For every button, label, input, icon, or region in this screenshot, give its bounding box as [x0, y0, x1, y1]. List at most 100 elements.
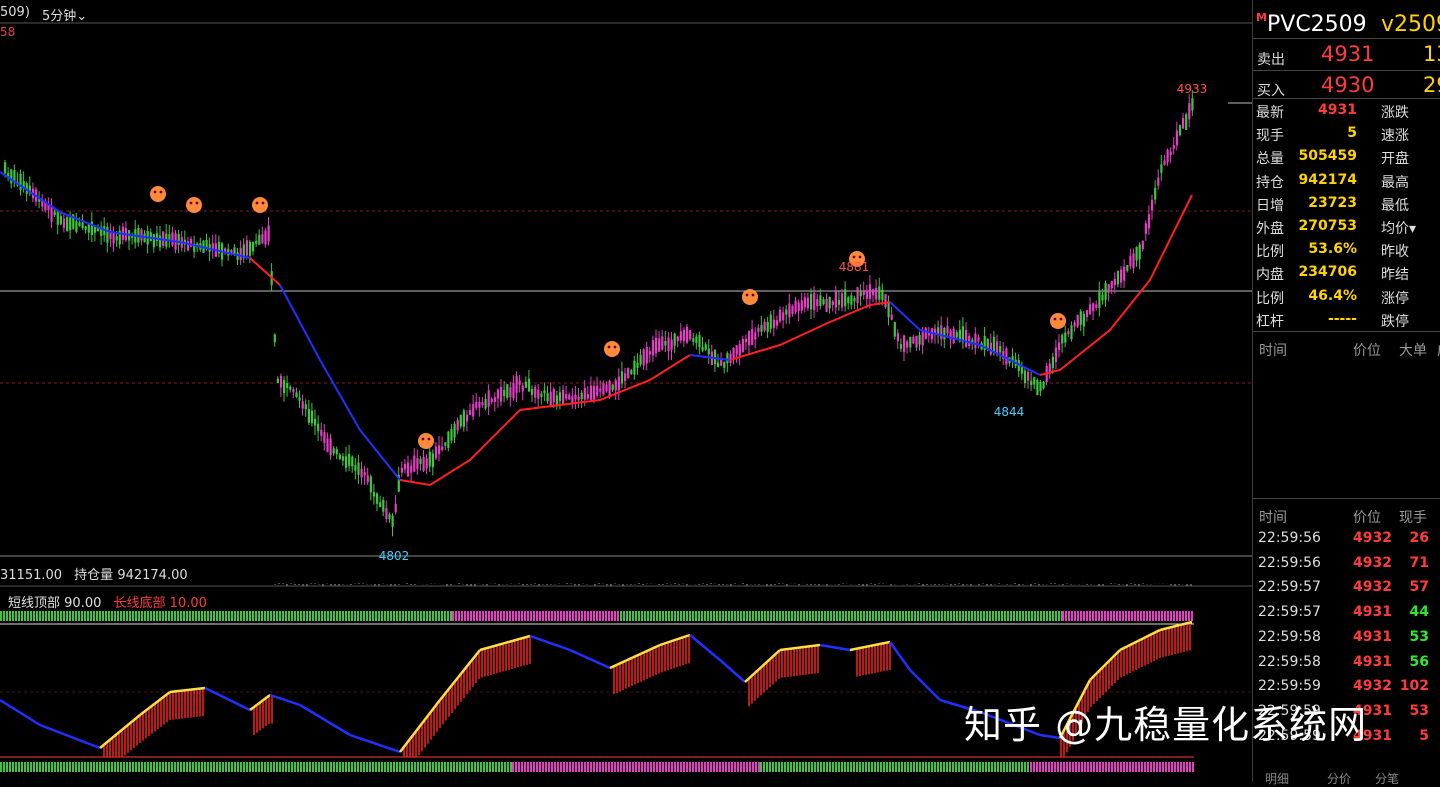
- oscillator-bottom-strip: [734, 762, 736, 772]
- candle-body: [1058, 342, 1061, 350]
- oscillator-top-strip: [99, 611, 101, 621]
- oscillator-bottom-strip: [799, 762, 801, 772]
- candle-body: [630, 370, 633, 374]
- oscillator-top-strip: [336, 611, 338, 621]
- oscillator-bottom-strip: [1183, 762, 1185, 772]
- oscillator-bottom-strip: [324, 762, 326, 772]
- oscillator-top-strip: [710, 611, 712, 621]
- oscillator-bottom-strip: [0, 762, 2, 772]
- tick-row: 22:59:58 4931 53: [1253, 625, 1440, 650]
- oscillator-bottom-strip: [342, 762, 344, 772]
- oscillator-bottom-strip: [889, 762, 891, 772]
- candle-body: [283, 380, 286, 394]
- oscillator-bottom-strip: [1132, 762, 1134, 772]
- oscillator-top-strip: [168, 611, 170, 621]
- candle-body: [686, 326, 689, 343]
- oscillator-top-strip: [554, 611, 556, 621]
- oscillator-bottom-strip: [647, 762, 649, 772]
- candle-body: [1005, 348, 1008, 365]
- oscillator-bottom-strip: [808, 762, 810, 772]
- candle-body: [506, 384, 509, 398]
- candle-body: [664, 340, 667, 346]
- candle-body: [841, 293, 844, 308]
- tab-trade[interactable]: 分笔: [1375, 770, 1399, 787]
- candle-body: [258, 234, 261, 245]
- contract-code: v2509: [1381, 12, 1440, 37]
- oscillator-top-strip: [417, 611, 419, 621]
- oscillator-top-strip: [1028, 611, 1030, 621]
- bid-row: 买入 4930 297: [1253, 71, 1440, 101]
- oscillator-bottom-strip: [1054, 762, 1056, 772]
- period-selector[interactable]: 5分钟⌄: [42, 5, 87, 24]
- oscillator-bottom-strip: [1147, 762, 1149, 772]
- candle-body: [583, 387, 586, 400]
- tab-detail[interactable]: 明细: [1265, 770, 1289, 787]
- oscillator-bottom-strip: [93, 762, 95, 772]
- candle-body: [1144, 223, 1147, 234]
- contract-name[interactable]: PVC2509: [1267, 12, 1367, 37]
- candle-body: [955, 332, 958, 338]
- oscillator-bottom-strip: [210, 762, 212, 772]
- oscillator-top-strip: [599, 611, 601, 621]
- oscillator-top-strip: [584, 611, 586, 621]
- oscillator-top-strip: [423, 611, 425, 621]
- candle-body: [1129, 255, 1132, 267]
- oscillator-bottom-strip: [865, 762, 867, 772]
- candle-body: [834, 291, 837, 308]
- oscillator-top-strip: [752, 611, 754, 621]
- oscillator-line-segment: [0, 698, 41, 727]
- candle-body: [558, 392, 562, 402]
- signal-face-eye: [195, 201, 199, 205]
- kline-chart-canvas[interactable]: 4933 4881 4802 4844: [0, 0, 1252, 782]
- oscillator-bottom-strip: [1096, 762, 1098, 772]
- oscillator-bottom-strip: [90, 762, 92, 772]
- stat-row: 持仓 942174 最高: [1253, 170, 1440, 193]
- oscillator-bottom-strip: [1006, 762, 1008, 772]
- oscillator-bottom-strip: [919, 762, 921, 772]
- oscillator-bottom-strip: [33, 762, 35, 772]
- stat-label-2[interactable]: 均价▾: [1381, 218, 1416, 238]
- stat-value: 46.4%: [1308, 287, 1357, 304]
- oscillator-bottom-strip: [201, 762, 203, 772]
- oscillator-top-strip: [1065, 611, 1067, 621]
- candle-body: [531, 389, 534, 395]
- oscillator-bottom-strip: [877, 762, 879, 772]
- oscillator-top-strip: [803, 611, 805, 621]
- oscillator-bottom-strip: [84, 762, 86, 772]
- candle-body: [493, 397, 496, 402]
- kline-chart-area[interactable]: 4933 4881 4802 4844 509) 5分钟⌄ 58 31151.00 持…: [0, 0, 1252, 782]
- oscillator-bottom-strip: [258, 762, 260, 772]
- oscillator-bottom-strip: [650, 762, 652, 772]
- bid-price: 4930: [1321, 73, 1375, 97]
- tab-price[interactable]: 分价: [1327, 770, 1351, 787]
- oscillator-bottom-strip: [1135, 762, 1137, 772]
- oscillator-bottom-strip: [994, 762, 996, 772]
- oscillator-bottom-strip: [192, 762, 194, 772]
- candle-body: [469, 410, 472, 415]
- oscillator-bottom-strip: [1078, 762, 1080, 772]
- oscillator-top-strip: [755, 611, 757, 621]
- candle-body: [428, 451, 431, 467]
- oscillator-bottom-strip: [1123, 762, 1125, 772]
- oscillator-bottom-strip: [641, 762, 643, 772]
- oscillator-bottom-strip: [495, 762, 497, 772]
- oscillator-top-strip: [788, 611, 790, 621]
- signal-face-icon: [1050, 313, 1066, 329]
- candle-body: [354, 465, 357, 471]
- candle-body: [868, 284, 872, 300]
- oscillator-bottom-strip: [222, 762, 224, 772]
- candle-body: [822, 299, 825, 305]
- oscillator-bottom-strip: [381, 762, 383, 772]
- oscillator-top-strip: [833, 611, 835, 621]
- oscillator-bottom-strip: [1174, 762, 1176, 772]
- oscillator-top-strip: [141, 611, 143, 621]
- oscillator-top-strip: [824, 611, 826, 621]
- oscillator-bottom-strip: [129, 762, 131, 772]
- oscillator-top-strip: [503, 611, 505, 621]
- oscillator-top-strip: [429, 611, 431, 621]
- candle-body: [707, 348, 710, 355]
- candle-body: [431, 453, 434, 468]
- candle-body: [62, 218, 66, 228]
- oscillator-bottom-strip: [1084, 762, 1086, 772]
- oscillator-top-strip: [132, 611, 134, 621]
